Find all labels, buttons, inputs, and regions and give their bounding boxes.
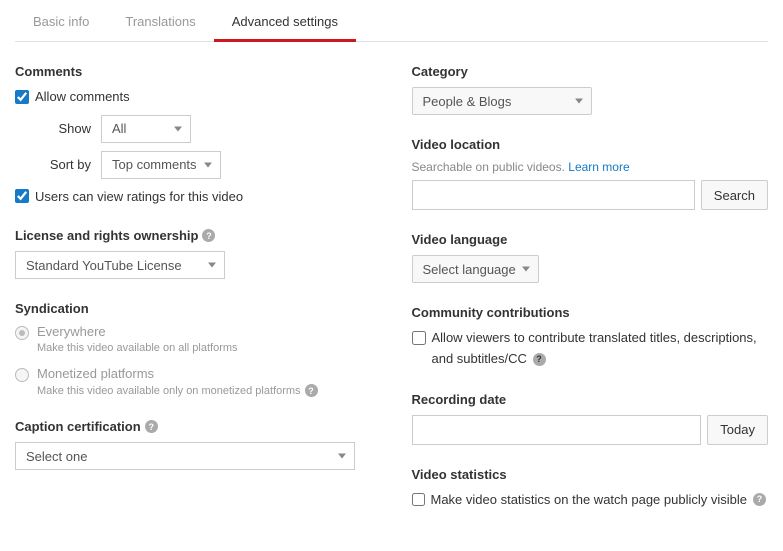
syndication-opt-sub: Make this video available only on moneti… [37,385,301,397]
help-icon[interactable]: ? [305,384,318,397]
license-title: License and rights ownership [15,228,198,243]
radio-icon [15,326,29,340]
left-column: Comments Allow comments Show All Sort by… [15,64,372,531]
chevron-down-icon [522,267,530,272]
community-checkbox[interactable]: Allow viewers to contribute translated t… [412,328,769,370]
syndication-opt-label: Monetized platforms [37,366,318,381]
tab-bar: Basic info Translations Advanced setting… [15,4,768,42]
location-input[interactable] [412,180,695,210]
today-button[interactable]: Today [707,415,768,445]
license-section: License and rights ownership ? Standard … [15,228,372,279]
stats-label: Make video statistics on the watch page … [431,490,748,510]
recording-section: Recording date Today [412,392,769,445]
caption-section: Caption certification ? Select one [15,419,372,470]
community-label: Allow viewers to contribute translated t… [432,328,769,370]
stats-title: Video statistics [412,467,769,482]
show-label: Show [15,121,101,136]
community-section: Community contributions Allow viewers to… [412,305,769,370]
language-select[interactable]: Select language [412,255,539,283]
search-button[interactable]: Search [701,180,768,210]
view-ratings-label: Users can view ratings for this video [35,187,243,207]
location-hint: Searchable on public videos. Learn more [412,160,769,174]
syndication-everywhere[interactable]: Everywhere Make this video available on … [15,324,372,354]
allow-comments-checkbox[interactable]: Allow comments [15,87,372,107]
help-icon[interactable]: ? [202,229,215,242]
learn-more-link[interactable]: Learn more [568,160,629,174]
help-icon[interactable]: ? [145,420,158,433]
language-title: Video language [412,232,769,247]
help-icon[interactable]: ? [533,353,546,366]
syndication-title: Syndication [15,301,372,316]
syndication-monetized[interactable]: Monetized platforms Make this video avai… [15,366,372,397]
allow-comments-input[interactable] [15,90,29,104]
view-ratings-checkbox[interactable]: Users can view ratings for this video [15,187,372,207]
tab-basic-info[interactable]: Basic info [15,4,107,41]
chevron-down-icon [204,162,212,167]
help-icon[interactable]: ? [753,493,766,506]
community-title: Community contributions [412,305,769,320]
location-section: Video location Searchable on public vide… [412,137,769,210]
caption-title: Caption certification [15,419,141,434]
right-column: Category People & Blogs Video location S… [412,64,769,531]
chevron-down-icon [208,263,216,268]
license-select[interactable]: Standard YouTube License [15,251,225,279]
chevron-down-icon [338,454,346,459]
view-ratings-input[interactable] [15,189,29,203]
stats-checkbox[interactable]: Make video statistics on the watch page … [412,490,769,510]
chevron-down-icon [575,99,583,104]
language-section: Video language Select language [412,232,769,283]
category-select[interactable]: People & Blogs [412,87,592,115]
tab-advanced-settings[interactable]: Advanced settings [214,4,356,41]
stats-input[interactable] [412,493,425,506]
radio-icon [15,368,29,382]
allow-comments-label: Allow comments [35,87,130,107]
syndication-section: Syndication Everywhere Make this video a… [15,301,372,397]
comments-title: Comments [15,64,372,79]
show-select[interactable]: All [101,115,191,143]
sort-select[interactable]: Top comments [101,151,221,179]
category-section: Category People & Blogs [412,64,769,115]
community-input[interactable] [412,331,426,345]
recording-date-input[interactable] [412,415,702,445]
syndication-opt-label: Everywhere [37,324,238,339]
recording-title: Recording date [412,392,769,407]
stats-section: Video statistics Make video statistics o… [412,467,769,510]
category-title: Category [412,64,769,79]
caption-select[interactable]: Select one [15,442,355,470]
tab-translations[interactable]: Translations [107,4,213,41]
syndication-opt-sub: Make this video available on all platfor… [37,342,238,354]
comments-section: Comments Allow comments Show All Sort by… [15,64,372,206]
location-title: Video location [412,137,769,152]
chevron-down-icon [174,126,182,131]
sort-label: Sort by [15,157,101,172]
